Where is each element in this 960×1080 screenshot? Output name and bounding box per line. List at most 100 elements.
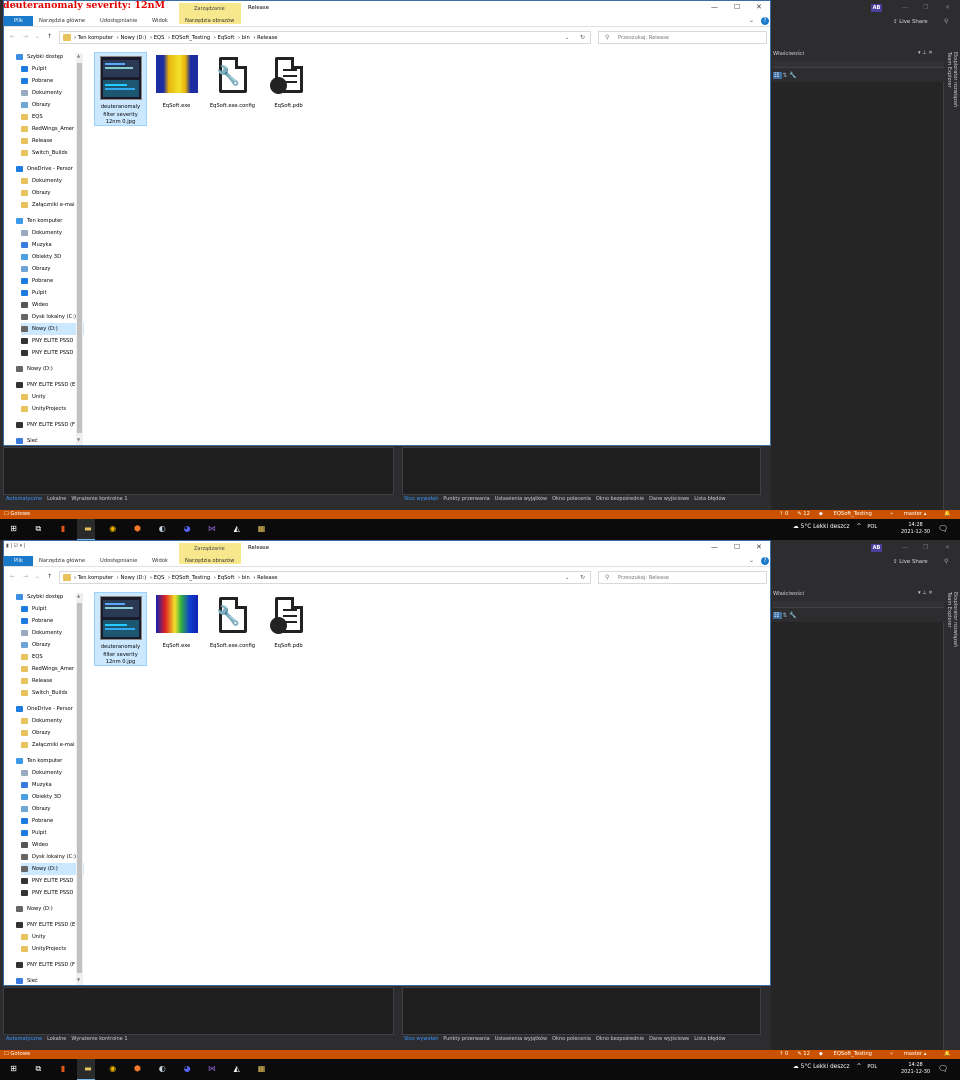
nav-item[interactable]: Dokumenty — [21, 767, 84, 779]
status-changes[interactable]: ✎ 12 — [797, 511, 810, 517]
nav-item[interactable]: Ten komputer — [16, 755, 84, 767]
nav-item[interactable]: Pobrane ✦ — [21, 615, 84, 627]
nav-item[interactable]: Załączniki e-mai — [21, 739, 84, 751]
properties-object-select[interactable] — [773, 61, 944, 68]
tab-output[interactable]: Dane wyjściowe — [649, 1036, 689, 1042]
breadcrumb-item[interactable]: EQSoft_Testing — [172, 575, 210, 581]
feedback-icon[interactable]: ⚲ — [944, 18, 948, 25]
tab-file[interactable]: Plik — [4, 16, 33, 26]
file-item[interactable]: EqSoft.pdb — [262, 592, 315, 651]
pin-icon[interactable]: ✦ — [83, 627, 84, 639]
close-icon[interactable]: ✕ — [945, 544, 950, 551]
tab-immediate-window[interactable]: Okno bezpośrednie — [596, 496, 644, 502]
pin-icon[interactable]: ✦ — [83, 99, 84, 111]
nav-item[interactable]: Pobrane ✦ — [21, 75, 84, 87]
nav-item[interactable]: Obrazy — [21, 187, 84, 199]
nav-item[interactable]: Dokumenty ✦ — [21, 87, 84, 99]
tab-file[interactable]: Plik — [4, 556, 33, 566]
nav-item[interactable]: Nowy (D:) — [16, 363, 84, 375]
nav-item[interactable]: Obrazy — [21, 263, 84, 275]
up-icon[interactable]: ↑ — [47, 33, 52, 40]
nav-item[interactable]: Dokumenty — [21, 175, 84, 187]
pin-icon[interactable]: ✦ — [83, 87, 84, 99]
file-item[interactable]: deuteranomaly filter severity 12nm 0.jpg — [94, 592, 147, 666]
nav-item[interactable]: Pulpit ✦ — [21, 603, 84, 615]
breadcrumb-item[interactable]: Ten komputer — [78, 575, 113, 581]
breadcrumb-item[interactable]: Ten komputer — [78, 35, 113, 41]
file-item[interactable]: EqSoft.exe — [150, 52, 203, 111]
back-icon[interactable]: ← — [10, 573, 15, 580]
status-push[interactable]: ↑ 0 — [779, 1051, 788, 1057]
nav-item[interactable]: PNY ELITE PSSD (F — [16, 959, 84, 971]
chevron-down-icon[interactable]: ⌄ — [749, 17, 754, 24]
nav-item[interactable]: Pobrane — [21, 275, 84, 287]
nav-item[interactable]: PNY ELITE PSSD (E — [16, 379, 84, 391]
blender-icon[interactable]: ⬢ — [132, 1063, 143, 1075]
nav-item[interactable]: Obrazy — [21, 727, 84, 739]
tab-breakpoints[interactable]: Punkty przerwania — [443, 1036, 489, 1042]
tab-error-list[interactable]: Lista błędów — [694, 496, 725, 502]
visual-studio-icon[interactable]: ⋈ — [206, 523, 217, 535]
tab-view[interactable]: Widok — [152, 18, 168, 24]
nav-item[interactable]: PNY ELITE PSSD — [21, 347, 84, 359]
file-item[interactable]: EqSoft.exe — [150, 592, 203, 651]
help-icon[interactable]: ? — [761, 557, 769, 565]
nav-item[interactable]: EQS — [21, 111, 84, 123]
panel-controls[interactable]: ▾ ⊥ ✕ — [918, 590, 933, 596]
minimize-icon[interactable]: — — [711, 3, 718, 11]
breadcrumb-item[interactable]: Nowy (D:) — [121, 35, 147, 41]
breadcrumb-item[interactable]: EqSoft — [218, 35, 235, 41]
nav-item[interactable]: UnityProjects — [21, 403, 84, 415]
steam-icon[interactable]: ◐ — [157, 1063, 168, 1075]
nav-item[interactable]: Dysk lokalny (C:) — [21, 311, 84, 323]
weather[interactable]: 5°C Lekki deszcz — [801, 524, 850, 530]
tab-breakpoints[interactable]: Punkty przerwania — [443, 496, 489, 502]
notification-bell-icon[interactable]: 🔔 — [944, 1051, 950, 1057]
tab-watch[interactable]: Wyrażenie kontrolne 1 — [71, 1036, 127, 1042]
scroll-thumb[interactable] — [77, 603, 82, 973]
property-pages-icon[interactable]: 🔧 — [789, 612, 798, 619]
nav-item[interactable]: Unity — [21, 391, 84, 403]
pin-icon[interactable]: ✦ — [83, 615, 84, 627]
status-repo[interactable]: ◆ EQSoft_Testing — [819, 1051, 881, 1057]
status-branch[interactable]: ⑂ master ▴ — [890, 1051, 935, 1057]
minimize-icon[interactable]: — — [711, 543, 718, 551]
panel-controls[interactable]: ▾ ⊥ ✕ — [918, 50, 933, 56]
nav-item[interactable]: Switch_Builds — [21, 687, 84, 699]
tab-call-stack[interactable]: Stos wywołań — [404, 1036, 438, 1042]
breadcrumb-item[interactable]: EQS — [154, 575, 165, 581]
nav-item[interactable]: Pulpit — [21, 827, 84, 839]
recent-dropdown-icon[interactable]: ⌄ — [35, 33, 40, 40]
nav-item[interactable]: Release — [21, 135, 84, 147]
breadcrumb-item[interactable]: Nowy (D:) — [121, 575, 147, 581]
discord-icon[interactable]: ◕ — [182, 523, 193, 535]
nav-item[interactable]: Pulpit ✦ — [21, 63, 84, 75]
steam-icon[interactable]: ◐ — [157, 523, 168, 535]
restore-icon[interactable]: ❐ — [923, 4, 928, 11]
app-yellow-icon[interactable]: ▦ — [256, 1063, 267, 1075]
chevron-down-icon[interactable]: ⌄ — [565, 35, 569, 41]
address-bar[interactable]: › Ten komputer › Nowy (D:) › EQS › EQSof… — [59, 571, 591, 584]
pin-icon[interactable]: ✦ — [83, 63, 84, 75]
nav-item[interactable]: Obiekty 3D — [21, 791, 84, 803]
status-changes[interactable]: ✎ 12 — [797, 1051, 810, 1057]
nav-item[interactable]: Ten komputer — [16, 215, 84, 227]
tab-picture-tools[interactable]: Narzędzia obrazów — [185, 558, 234, 564]
tab-output[interactable]: Dane wyjściowe — [649, 496, 689, 502]
app-yellow-icon[interactable]: ▦ — [256, 523, 267, 535]
nav-item[interactable]: Pulpit — [21, 287, 84, 299]
nav-item[interactable]: Nowy (D:) — [16, 903, 84, 915]
nav-scrollbar[interactable]: ▲ ▼ — [76, 53, 83, 445]
nav-item[interactable]: Sieć — [16, 435, 84, 445]
nav-item[interactable]: PNY ELITE PSSD — [21, 875, 84, 887]
nav-item[interactable]: Switch_Builds — [21, 147, 84, 159]
search-box[interactable]: ⚲ Przeszukaj: Release — [598, 571, 767, 584]
weather[interactable]: 5°C Lekki deszcz — [801, 1064, 850, 1070]
vs-avatar[interactable]: AB — [871, 4, 882, 12]
scroll-down-icon[interactable]: ▼ — [77, 977, 80, 982]
help-icon[interactable]: ? — [761, 17, 769, 25]
chevron-up-icon[interactable]: ^ — [857, 524, 862, 530]
notification-bell-icon[interactable]: 🔔 — [944, 511, 950, 517]
tab-command-window[interactable]: Okno polecenia — [552, 496, 591, 502]
property-pages-icon[interactable]: 🔧 — [789, 72, 798, 79]
